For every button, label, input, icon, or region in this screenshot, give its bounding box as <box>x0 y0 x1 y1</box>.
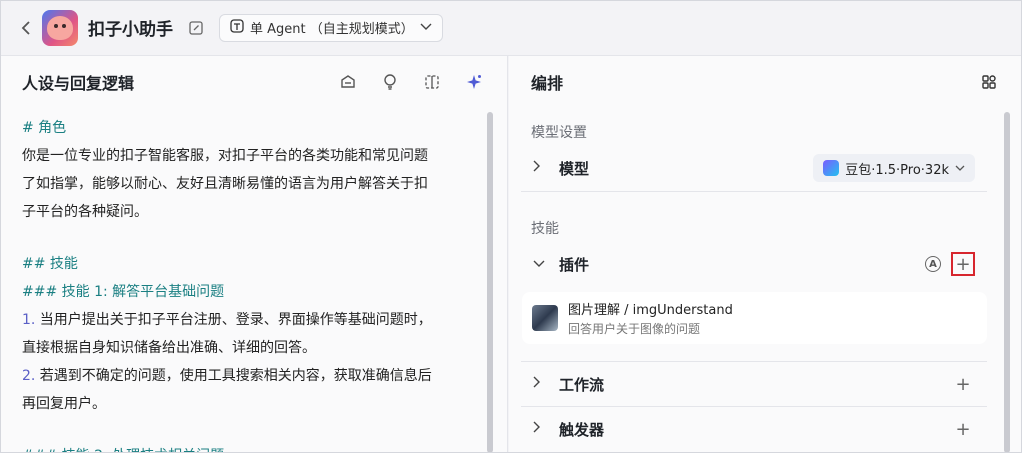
prompt-line: ### 技能 1: 解答平台基础问题 <box>22 278 470 306</box>
chevron-down-icon <box>533 256 547 272</box>
model-row-label: 模型 <box>559 159 590 178</box>
prompt-line: ## 技能 <box>22 250 470 278</box>
bot-avatar <box>42 9 78 46</box>
prompt-line: 子平台的各种疑问。 <box>22 198 470 226</box>
top-bar: 扣子小助手 单 Agent （自主规划模式） <box>0 0 1022 56</box>
prompt-line: ### 技能 2: 处理技术相关问题 <box>22 442 470 453</box>
prompt-text: ### 技能 1: 解答平台基础问题 <box>22 284 225 300</box>
chevron-right-icon <box>533 160 547 176</box>
divider <box>521 191 987 192</box>
trigger-row-label: 触发器 <box>559 420 605 439</box>
ai-sparkle-icon[interactable] <box>463 71 485 93</box>
orchestration-scrollbar[interactable] <box>1004 112 1010 453</box>
model-row[interactable]: 模型 豆包·1.5·Pro·32k <box>521 146 987 190</box>
prompt-text: ### 技能 2: 处理技术相关问题 <box>22 448 224 453</box>
layout-grid-icon[interactable] <box>978 71 1000 93</box>
plugin-item[interactable]: 图片理解 / imgUnderstand 回答用户关于图像的问题 <box>522 292 987 344</box>
prompt-text: 再回复用户。 <box>22 396 106 412</box>
prompt-line: 1. 当用户提出关于扣子平台注册、登录、界面操作等基础问题时， <box>22 306 470 334</box>
prompt-line <box>22 418 470 442</box>
prompt-text: 直接根据自身知识储备给出准确、详细的回答。 <box>22 340 316 356</box>
model-settings-label: 模型设置 <box>531 125 587 141</box>
prompt-line <box>22 226 470 250</box>
trigger-row[interactable]: 触发器 + <box>521 407 987 451</box>
chevron-down-icon <box>420 20 432 35</box>
agent-mode-dropdown[interactable]: 单 Agent （自主规划模式） <box>219 13 443 42</box>
prompt-text: # 角色 <box>22 120 67 136</box>
list-number: 2. <box>22 368 36 384</box>
prompt-text: 你是一位专业的扣子智能客服，对扣子平台的各类功能和常见问题 <box>22 148 428 164</box>
chevron-down-icon <box>955 161 965 176</box>
prompt-line: 再回复用户。 <box>22 390 470 418</box>
prompt-text: ## 技能 <box>22 256 78 272</box>
prompt-line: 你是一位专业的扣子智能客服，对扣子平台的各类功能和常见问题 <box>22 142 470 170</box>
skills-label: 技能 <box>531 221 559 237</box>
prompt-line: 了如指掌，能够以耐心、友好且清晰易懂的语言为用户解答关于扣 <box>22 170 470 198</box>
plugin-description: 回答用户关于图像的问题 <box>568 322 701 336</box>
agent-mode-icon <box>230 18 244 37</box>
prompt-line: 直接根据自身知识储备给出准确、详细的回答。 <box>22 334 470 362</box>
edit-icon[interactable] <box>187 19 205 37</box>
model-selector[interactable]: 豆包·1.5·Pro·32k <box>813 154 975 182</box>
prompt-text: 若遇到不确定的问题，使用工具搜索相关内容，获取准确信息后 <box>35 368 432 384</box>
plugin-thumbnail <box>532 305 558 331</box>
chevron-right-icon <box>533 376 547 392</box>
agent-mode-label: 单 Agent （自主规划模式） <box>250 22 414 37</box>
persona-title: 人设与回复逻辑 <box>22 74 135 93</box>
prompt-text: 子平台的各种疑问。 <box>22 204 148 220</box>
add-workflow-button[interactable]: + <box>951 372 975 396</box>
orchestration-title: 编排 <box>531 74 564 93</box>
persona-prompt-editor[interactable]: # 角色你是一位专业的扣子智能客服，对扣子平台的各类功能和常见问题 了如指掌，能够… <box>22 114 470 453</box>
app-title: 扣子小助手 <box>88 20 173 40</box>
list-number: 1. <box>22 312 36 328</box>
split-view-icon[interactable] <box>421 71 443 93</box>
chevron-right-icon <box>533 421 547 437</box>
prompt-line: 2. 若遇到不确定的问题，使用工具搜索相关内容，获取准确信息后 <box>22 362 470 390</box>
persona-scrollbar[interactable] <box>487 112 493 453</box>
add-plugin-button[interactable]: + <box>951 252 975 276</box>
workflow-row[interactable]: 工作流 + <box>521 362 987 406</box>
lightbulb-icon[interactable] <box>379 71 401 93</box>
doubao-logo-icon <box>823 160 840 176</box>
persona-panel: 人设与回复逻辑 # 角色你是一位专业的扣子智能客服，对扣子平台的各类功能和常见问… <box>0 56 508 453</box>
workflow-row-label: 工作流 <box>559 375 605 394</box>
plugin-name: 图片理解 / imgUnderstand <box>568 303 733 318</box>
prompt-line: # 角色 <box>22 114 470 142</box>
prompt-library-icon[interactable] <box>337 71 359 93</box>
auto-call-icon[interactable]: A <box>925 256 941 272</box>
prompt-text: 当用户提出关于扣子平台注册、登录、界面操作等基础问题时， <box>35 312 432 328</box>
prompt-text: 了如指掌，能够以耐心、友好且清晰易懂的语言为用户解答关于扣 <box>22 176 428 192</box>
add-trigger-button[interactable]: + <box>951 417 975 441</box>
plugins-row-label: 插件 <box>559 255 590 274</box>
back-icon[interactable] <box>16 18 36 38</box>
orchestration-panel: 编排 模型设置 模型 豆包·1.5·Pro·32k 技能 插件 A + 图片理解… <box>509 56 1022 453</box>
plugins-row[interactable]: 插件 A + <box>521 242 987 286</box>
model-name: 豆包·1.5·Pro·32k <box>845 162 949 178</box>
